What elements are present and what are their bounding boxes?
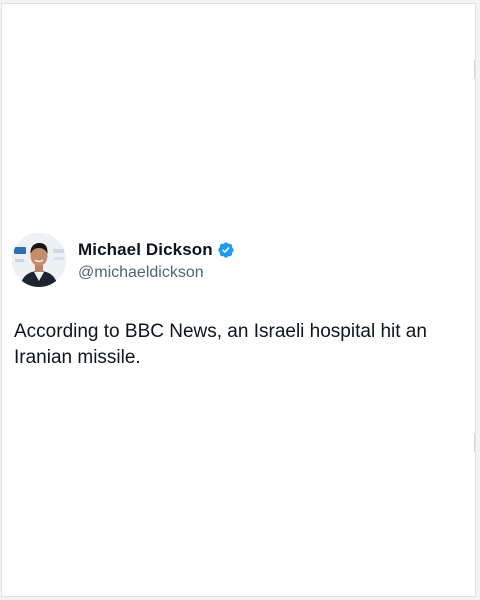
author-display-name[interactable]: Michael Dickson — [78, 240, 213, 260]
edge-divider — [474, 434, 475, 452]
profile-photo-icon — [12, 233, 66, 287]
author-avatar[interactable] — [12, 233, 66, 287]
edge-divider — [474, 60, 475, 78]
tweet-author-header: Michael Dickson @michaeldickson — [12, 232, 235, 288]
verified-badge-icon[interactable] — [217, 241, 235, 259]
tweet-text: According to BBC News, an Israeli hospit… — [14, 321, 427, 368]
display-name-row: Michael Dickson — [78, 239, 235, 261]
tweet-card: Michael Dickson @michaeldickson Accordin… — [1, 3, 476, 597]
author-names: Michael Dickson @michaeldickson — [78, 239, 235, 282]
author-handle[interactable]: @michaeldickson — [78, 264, 235, 282]
